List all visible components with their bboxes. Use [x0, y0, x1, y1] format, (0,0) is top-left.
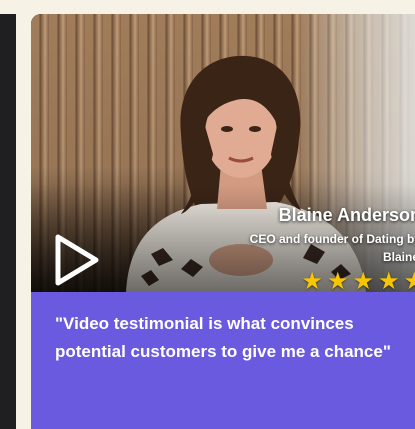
play-icon	[55, 234, 99, 286]
video-testimonial-card: Blaine Anderson CEO and founder of Datin…	[31, 14, 415, 429]
video-player[interactable]: Blaine Anderson CEO and founder of Datin…	[31, 14, 415, 292]
star-icon: ★	[403, 268, 415, 293]
testimonial-quote: "Video testimonial is what convinces pot…	[55, 314, 391, 361]
speaker-role: CEO and founder of Dating by	[249, 232, 415, 246]
speaker-info: Blaine Anderson CEO and founder of Datin…	[250, 204, 415, 266]
speaker-role-continued: Blaine	[382, 250, 415, 264]
star-icon: ★	[377, 268, 400, 293]
quote-panel: "Video testimonial is what convinces pot…	[31, 292, 415, 429]
star-icon: ★	[326, 268, 349, 293]
play-button[interactable]	[54, 234, 100, 286]
star-icon: ★	[352, 268, 374, 293]
star-icon: ★	[301, 268, 323, 293]
star-rating: ★ ★ ★ ★ ★	[301, 268, 415, 293]
speaker-name: Blaine Anderson	[278, 205, 415, 225]
left-panel	[0, 14, 16, 429]
